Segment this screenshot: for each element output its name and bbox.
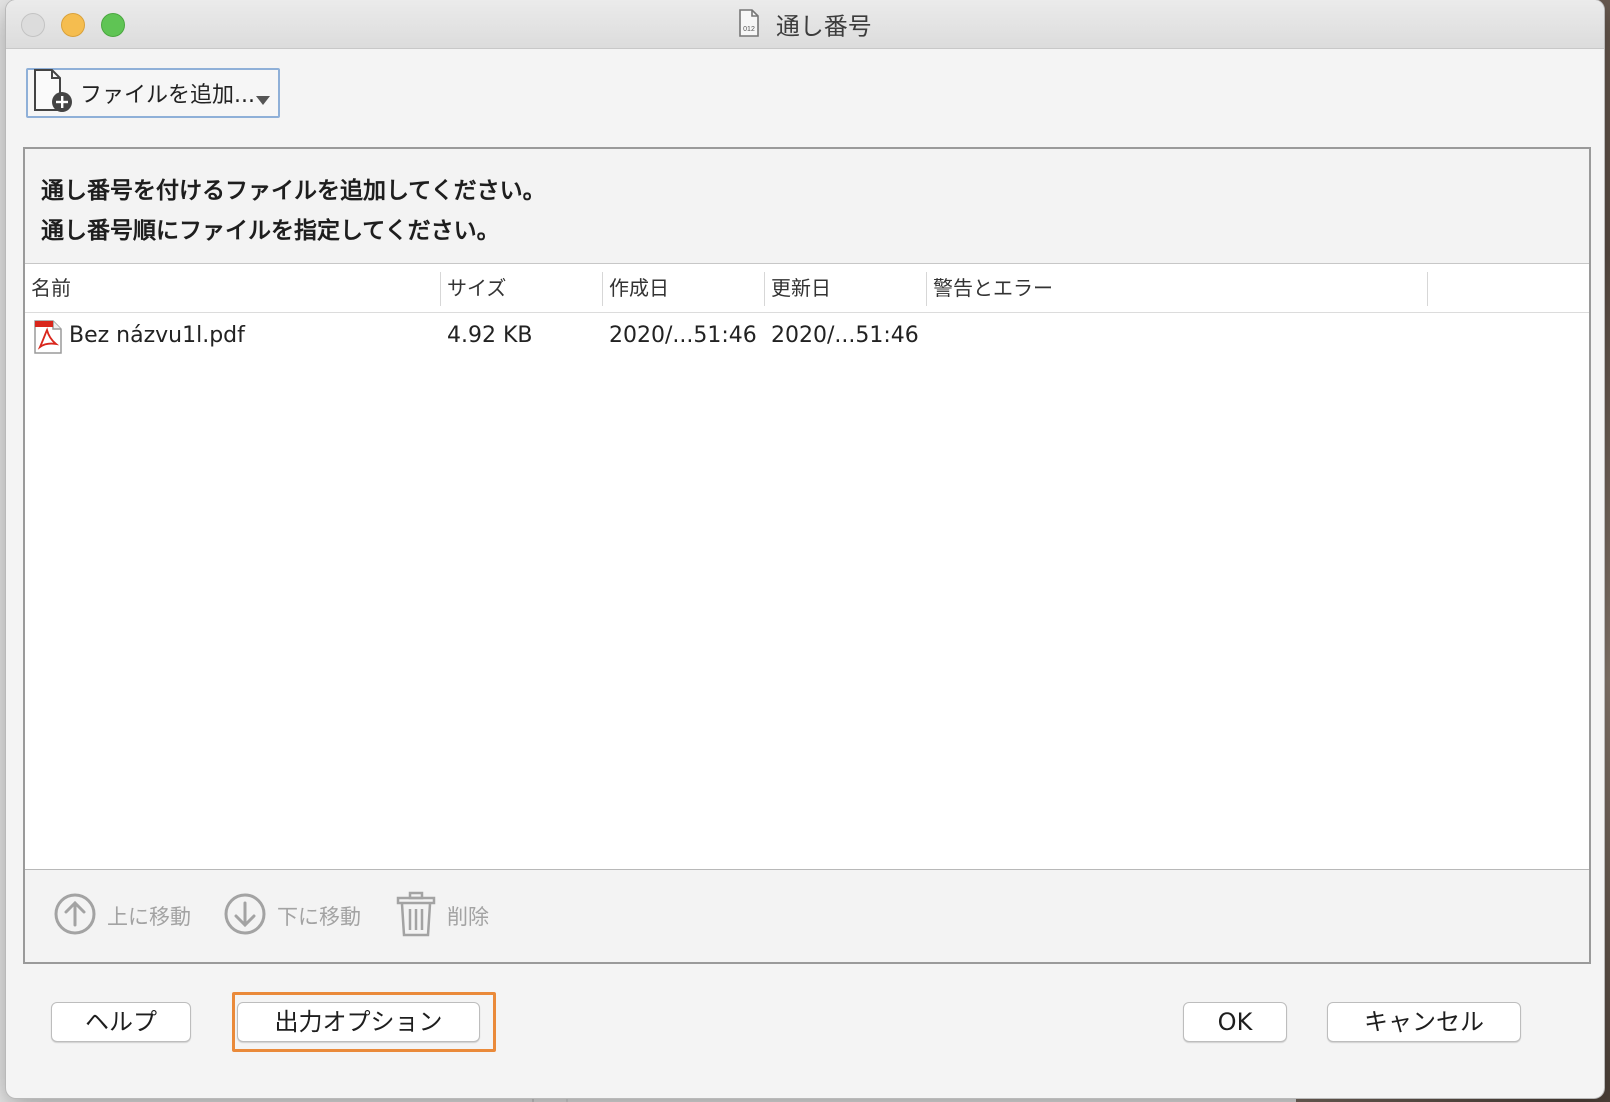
- add-file-button[interactable]: ファイルを追加...: [26, 68, 280, 118]
- arrow-down-circle-icon: [223, 892, 267, 941]
- column-divider[interactable]: [1427, 272, 1428, 306]
- ok-button[interactable]: OK: [1183, 1002, 1287, 1042]
- file-name: Bez názvu1l.pdf: [69, 323, 245, 348]
- column-header-name[interactable]: 名前: [25, 264, 440, 312]
- svg-text:012: 012: [743, 26, 755, 33]
- file-created: 2020/...51:46: [609, 323, 757, 348]
- instruction-line-1: 通し番号を付けるファイルを追加してください。: [41, 178, 546, 204]
- move-up-label: 上に移動: [107, 905, 191, 929]
- cancel-button[interactable]: キャンセル: [1327, 1002, 1521, 1042]
- window-title: 通し番号: [775, 12, 872, 41]
- move-up-button[interactable]: 上に移動: [53, 893, 191, 939]
- file-table: 名前 サイズ 作成日 更新日 警告とエラー Bez názvu1l.pdf 4.…: [25, 263, 1589, 870]
- window-title-group: 012 通し番号: [6, 9, 1604, 44]
- move-down-button[interactable]: 下に移動: [223, 893, 361, 939]
- column-header-size[interactable]: サイズ: [441, 264, 603, 312]
- pdf-file-icon: [33, 320, 63, 358]
- bates-numbering-dialog: 012 通し番号 ファイルを追加... 通し番号を付けるファイルを追加してくださ…: [6, 0, 1604, 1098]
- table-header: 名前 サイズ 作成日 更新日 警告とエラー: [25, 264, 1589, 313]
- delete-label: 削除: [447, 905, 489, 929]
- delete-button[interactable]: 削除: [395, 891, 489, 942]
- file-size: 4.92 KB: [447, 323, 533, 348]
- column-header-warnings[interactable]: 警告とエラー: [927, 264, 1427, 312]
- arrow-up-circle-icon: [53, 892, 97, 941]
- output-options-button[interactable]: 出力オプション: [237, 1002, 480, 1042]
- column-header-modified[interactable]: 更新日: [765, 264, 927, 312]
- file-modified: 2020/...51:46: [771, 323, 919, 348]
- title-bar: 012 通し番号: [6, 0, 1604, 49]
- instructions: 通し番号を付けるファイルを追加してください。 通し番号順にファイルを指定してくだ…: [41, 171, 546, 251]
- chevron-down-icon[interactable]: [256, 90, 270, 109]
- table-row[interactable]: Bez názvu1l.pdf 4.92 KB 2020/...51:46 20…: [25, 314, 1589, 358]
- help-button[interactable]: ヘルプ: [51, 1002, 191, 1042]
- column-header-created[interactable]: 作成日: [603, 264, 765, 312]
- trash-icon: [395, 891, 437, 942]
- numbered-document-icon: 012: [738, 9, 760, 44]
- add-file-label: ファイルを追加...: [80, 83, 255, 108]
- list-actions-toolbar: 上に移動 下に移動 削除: [25, 869, 1589, 962]
- file-list-panel: 通し番号を付けるファイルを追加してください。 通し番号順にファイルを指定してくだ…: [23, 147, 1591, 964]
- instruction-line-2: 通し番号順にファイルを指定してください。: [41, 218, 500, 244]
- move-down-label: 下に移動: [277, 905, 361, 929]
- add-file-icon: [32, 68, 74, 118]
